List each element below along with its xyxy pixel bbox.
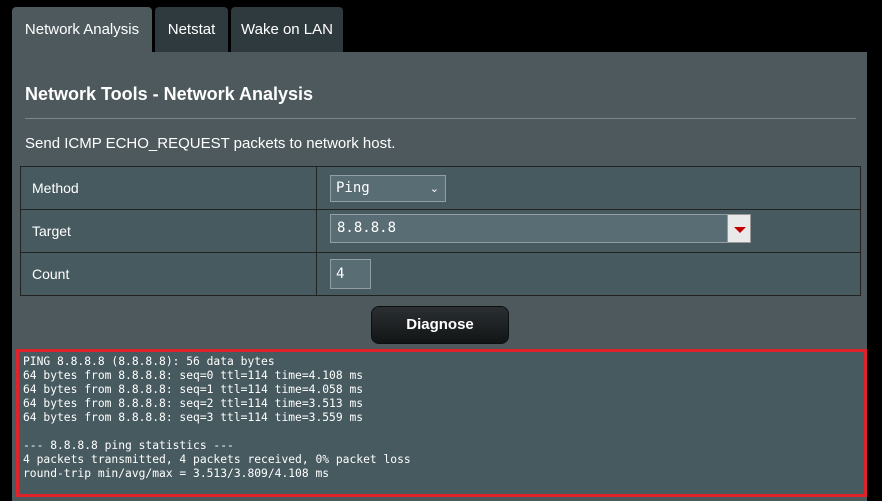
count-row: Count 4 <box>20 252 861 296</box>
target-row: Target 8.8.8.8 <box>20 209 861 253</box>
tab-wake-on-lan[interactable]: Wake on LAN <box>231 7 343 52</box>
settings-table: Method Ping ⌄ Target 8.8.8.8 Count 4 <box>20 166 861 296</box>
tab-bar: Network Analysis Netstat Wake on LAN <box>0 0 882 52</box>
count-input[interactable]: 4 <box>330 259 371 289</box>
tab-network-analysis[interactable]: Network Analysis <box>12 7 152 52</box>
target-input[interactable]: 8.8.8.8 <box>330 214 728 243</box>
chevron-down-icon: ⌄ <box>429 181 439 195</box>
content-panel: Network Tools - Network Analysis Send IC… <box>12 52 867 501</box>
method-select[interactable]: Ping ⌄ <box>330 174 446 202</box>
method-row: Method Ping ⌄ <box>20 166 861 210</box>
count-label: Count <box>20 252 317 296</box>
title-divider <box>25 118 856 119</box>
method-selected-value: Ping <box>336 179 370 196</box>
page-description: Send ICMP ECHO_REQUEST packets to networ… <box>25 135 396 152</box>
diagnose-button[interactable]: Diagnose <box>371 306 509 344</box>
method-label: Method <box>20 166 317 210</box>
target-label: Target <box>20 209 317 253</box>
diagnostic-output: PING 8.8.8.8 (8.8.8.8): 56 data bytes 64… <box>16 349 867 497</box>
target-dropdown-button[interactable] <box>727 214 751 243</box>
target-combobox: 8.8.8.8 <box>330 214 751 243</box>
page-title: Network Tools - Network Analysis <box>25 84 314 104</box>
dropdown-arrow-icon <box>734 227 746 233</box>
tab-netstat[interactable]: Netstat <box>155 7 228 52</box>
